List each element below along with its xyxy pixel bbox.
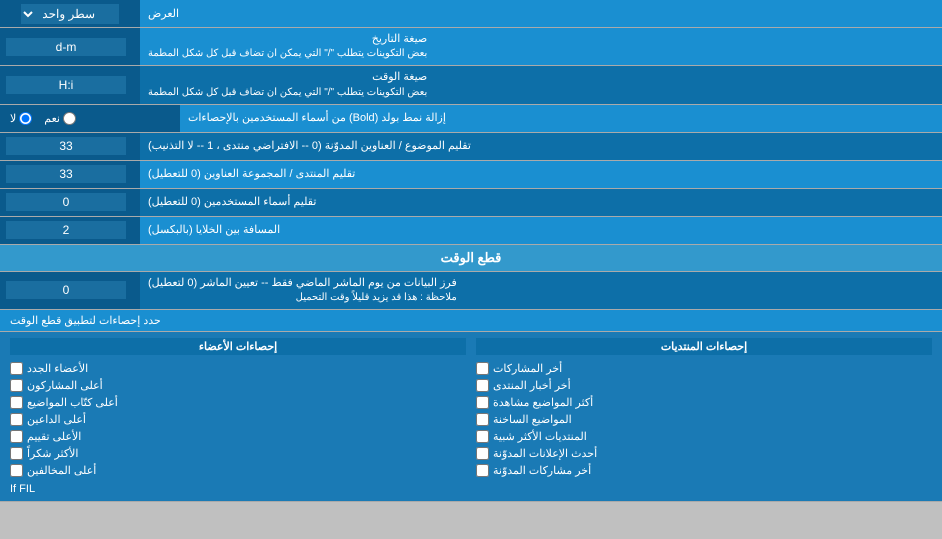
time-format-input[interactable] <box>6 76 126 94</box>
checkbox-label-1-4: المواضيع الساخنة <box>493 413 572 426</box>
checkbox-1-2[interactable] <box>476 379 489 392</box>
checkbox-col-forums: إحصاءات المنتديات أخر المشاركات أخر أخبا… <box>476 338 932 477</box>
checkbox-1-5[interactable] <box>476 430 489 443</box>
checkbox-2-1[interactable] <box>10 362 23 375</box>
checkbox-label-1-2: أخر أخبار المنتدى <box>493 379 571 392</box>
bold-radio-yes[interactable] <box>63 112 76 125</box>
cell-spacing-row: المسافة بين الخلايا (بالبكسل) <box>0 217 942 245</box>
bold-radio-no[interactable] <box>19 112 32 125</box>
topic-titles-label: تقليم الموضوع / العناوين المدوّنة (0 -- … <box>140 133 942 160</box>
checkbox-1-4[interactable] <box>476 413 489 426</box>
checkbox-item-1-4: المواضيع الساخنة <box>476 413 932 426</box>
date-format-input[interactable] <box>6 38 126 56</box>
checkbox-2-6[interactable] <box>10 447 23 460</box>
display-label: العرض <box>140 0 942 27</box>
checkbox-item-2-7: أعلى المخالفين <box>10 464 466 477</box>
checkbox-label-2-1: الأعضاء الجدد <box>27 362 88 375</box>
member-names-row: تقليم أسماء المستخدمين (0 للتعطيل) <box>0 189 942 217</box>
time-format-label: صيغة الوقت بعض التكوينات يتطلب "/" التي … <box>140 66 942 103</box>
checkbox-1-7[interactable] <box>476 464 489 477</box>
checkbox-2-4[interactable] <box>10 413 23 426</box>
checkbox-item-1-1: أخر المشاركات <box>476 362 932 375</box>
checkbox-2-5[interactable] <box>10 430 23 443</box>
checkbox-2-3[interactable] <box>10 396 23 409</box>
checkbox-item-1-6: أحدث الإعلانات المدوّنة <box>476 447 932 460</box>
topic-titles-input[interactable] <box>6 137 126 155</box>
topic-titles-row: تقليم الموضوع / العناوين المدوّنة (0 -- … <box>0 133 942 161</box>
checkbox-label-2-7: أعلى المخالفين <box>27 464 96 477</box>
checkbox-2-2[interactable] <box>10 379 23 392</box>
checkbox-1-3[interactable] <box>476 396 489 409</box>
checkbox-item-1-5: المنتديات الأكثر شبية <box>476 430 932 443</box>
checkbox-item-1-7: أخر مشاركات المدوّنة <box>476 464 932 477</box>
checkbox-label-1-3: أكثر المواضيع مشاهدة <box>493 396 593 409</box>
checkbox-label-2-6: الأكثر شكراً <box>27 447 78 460</box>
realtime-data-row: فرز البيانات من يوم الماشر الماضي فقط --… <box>0 272 942 310</box>
apply-label-row: حدد إحصاءات لتطبيق قطع الوقت <box>0 310 942 332</box>
cell-spacing-input-cell <box>0 217 140 244</box>
checkbox-1-1[interactable] <box>476 362 489 375</box>
checkboxes-section: إحصاءات المنتديات أخر المشاركات أخر أخبا… <box>0 332 942 502</box>
realtime-data-input-cell <box>0 272 140 309</box>
date-format-input-cell <box>0 28 140 65</box>
checkbox-item-2-5: الأعلى تقييم <box>10 430 466 443</box>
forum-titles-row: تقليم المنتدى / المجموعة العناوين (0 للت… <box>0 161 942 189</box>
bold-radio-yes-label[interactable]: نعم <box>44 112 76 125</box>
topic-titles-input-cell <box>0 133 140 160</box>
member-names-input-cell <box>0 189 140 216</box>
member-names-input[interactable] <box>6 193 126 211</box>
checkbox-item-2-3: أعلى كتّاب المواضيع <box>10 396 466 409</box>
col2-header: إحصاءات الأعضاء <box>10 338 466 355</box>
checkbox-item-2-2: أعلى المشاركون <box>10 379 466 392</box>
checkbox-col-members: إحصاءات الأعضاء الأعضاء الجدد أعلى المشا… <box>10 338 466 477</box>
bottom-text: If FIL <box>10 483 932 495</box>
checkbox-item-2-1: الأعضاء الجدد <box>10 362 466 375</box>
realtime-data-input[interactable] <box>6 281 126 299</box>
checkbox-label-1-6: أحدث الإعلانات المدوّنة <box>493 447 597 460</box>
checkbox-2-7[interactable] <box>10 464 23 477</box>
main-container: العرض سطر واحد سطرين ثلاثة أسطر صيغة الت… <box>0 0 942 502</box>
time-format-row: صيغة الوقت بعض التكوينات يتطلب "/" التي … <box>0 66 942 104</box>
checkbox-label-1-1: أخر المشاركات <box>493 362 562 375</box>
apply-label-text: حدد إحصاءات لتطبيق قطع الوقت <box>10 314 161 327</box>
member-names-label: تقليم أسماء المستخدمين (0 للتعطيل) <box>140 189 942 216</box>
cell-spacing-label: المسافة بين الخلايا (بالبكسل) <box>140 217 942 244</box>
bold-remove-label: إزالة نمط بولد (Bold) من أسماء المستخدمي… <box>180 105 942 132</box>
bold-radio-no-label[interactable]: لا <box>10 112 32 125</box>
display-row: العرض سطر واحد سطرين ثلاثة أسطر <box>0 0 942 28</box>
checkbox-label-2-3: أعلى كتّاب المواضيع <box>27 396 118 409</box>
checkbox-label-1-7: أخر مشاركات المدوّنة <box>493 464 591 477</box>
forum-titles-input[interactable] <box>6 165 126 183</box>
forum-titles-label: تقليم المنتدى / المجموعة العناوين (0 للت… <box>140 161 942 188</box>
cell-spacing-input[interactable] <box>6 221 126 239</box>
date-format-label: صيغة التاريخ بعض التكوينات يتطلب "/" الت… <box>140 28 942 65</box>
forum-titles-input-cell <box>0 161 140 188</box>
realtime-section-header: قطع الوقت <box>0 245 942 272</box>
bold-remove-radio-cell: نعم لا <box>0 105 180 132</box>
checkbox-1-6[interactable] <box>476 447 489 460</box>
bold-remove-row: إزالة نمط بولد (Bold) من أسماء المستخدمي… <box>0 105 942 133</box>
checkbox-label-2-5: الأعلى تقييم <box>27 430 81 443</box>
checkboxes-grid: إحصاءات المنتديات أخر المشاركات أخر أخبا… <box>10 338 932 477</box>
checkbox-item-2-4: أعلى الداعين <box>10 413 466 426</box>
checkbox-item-2-6: الأكثر شكراً <box>10 447 466 460</box>
checkbox-item-1-2: أخر أخبار المنتدى <box>476 379 932 392</box>
date-format-row: صيغة التاريخ بعض التكوينات يتطلب "/" الت… <box>0 28 942 66</box>
checkbox-label-2-2: أعلى المشاركون <box>27 379 103 392</box>
realtime-data-label: فرز البيانات من يوم الماشر الماضي فقط --… <box>140 272 942 309</box>
display-select[interactable]: سطر واحد سطرين ثلاثة أسطر <box>21 4 119 24</box>
time-format-input-cell <box>0 66 140 103</box>
checkbox-label-2-4: أعلى الداعين <box>27 413 86 426</box>
col1-header: إحصاءات المنتديات <box>476 338 932 355</box>
checkbox-label-1-5: المنتديات الأكثر شبية <box>493 430 587 443</box>
checkbox-item-1-3: أكثر المواضيع مشاهدة <box>476 396 932 409</box>
display-select-cell: سطر واحد سطرين ثلاثة أسطر <box>0 0 140 27</box>
